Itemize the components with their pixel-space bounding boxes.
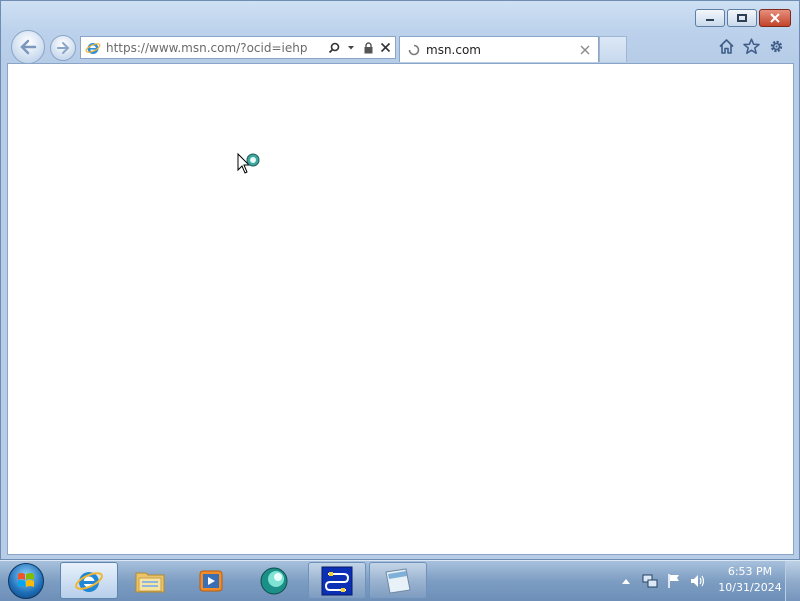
taskbar-internet-explorer[interactable] xyxy=(60,562,118,599)
restore-button[interactable] xyxy=(727,9,757,27)
restore-icon xyxy=(737,14,747,22)
blue-app-icon xyxy=(321,566,353,595)
stop-button[interactable] xyxy=(378,41,392,55)
flag-icon[interactable] xyxy=(666,573,682,589)
tab-msn[interactable]: msn.com xyxy=(399,36,599,62)
close-icon xyxy=(380,42,390,53)
notepad-icon xyxy=(385,567,411,594)
star-icon[interactable] xyxy=(743,38,760,55)
taskbar-windows-explorer[interactable] xyxy=(121,562,179,599)
clock-time: 6:53 PM xyxy=(727,565,773,578)
folder-icon xyxy=(135,572,165,592)
url-text[interactable]: https://www.msn.com/?ocid=iehp xyxy=(106,41,327,55)
windows-logo-icon xyxy=(18,573,34,587)
taskbar-clock[interactable]: 6:53 PM 10/31/2024 xyxy=(715,564,785,596)
page-content[interactable] xyxy=(7,63,794,555)
new-tab-button[interactable] xyxy=(599,36,627,62)
clock-date: 10/31/2024 xyxy=(718,581,782,594)
volume-icon[interactable] xyxy=(690,573,706,589)
close-icon xyxy=(770,13,780,23)
ie-icon xyxy=(85,42,101,54)
busy-cursor-icon xyxy=(237,152,260,174)
show-desktop-button[interactable] xyxy=(785,561,800,601)
back-button[interactable] xyxy=(11,30,45,64)
window-controls xyxy=(695,9,791,27)
forward-button[interactable] xyxy=(50,35,76,61)
browser-window: https://www.msn.com/?ocid=iehp msn.com xyxy=(0,0,800,560)
media-player-icon xyxy=(199,570,223,591)
taskbar-app-notepad[interactable] xyxy=(369,562,427,599)
tray-arrow-icon[interactable] xyxy=(618,573,634,589)
taskbar-app-green[interactable] xyxy=(245,562,303,599)
tab-close-button[interactable] xyxy=(578,43,592,57)
minimize-icon xyxy=(706,19,714,21)
forward-arrow-icon xyxy=(57,42,70,54)
taskbar-media-player[interactable] xyxy=(182,562,240,599)
tab-title: msn.com xyxy=(426,42,481,57)
home-icon[interactable] xyxy=(718,38,735,55)
spinner-icon xyxy=(408,44,420,55)
close-window-button[interactable] xyxy=(759,9,791,27)
search-icon[interactable] xyxy=(327,41,341,55)
system-tray xyxy=(618,561,706,601)
start-button[interactable] xyxy=(6,562,46,600)
chevron-down-icon[interactable] xyxy=(344,41,358,55)
taskbar-app-blue[interactable] xyxy=(308,562,366,599)
taskbar: 6:53 PM 10/31/2024 xyxy=(0,560,800,601)
address-bar[interactable]: https://www.msn.com/?ocid=iehp xyxy=(80,36,396,59)
ie-icon xyxy=(75,571,103,592)
command-icons xyxy=(718,38,785,55)
back-arrow-icon xyxy=(20,39,37,55)
minimize-button[interactable] xyxy=(695,9,725,27)
gear-icon[interactable] xyxy=(768,38,785,55)
close-icon xyxy=(580,45,590,54)
lock-icon[interactable] xyxy=(361,41,375,55)
green-app-icon xyxy=(260,567,288,594)
network-icon[interactable] xyxy=(642,573,658,589)
